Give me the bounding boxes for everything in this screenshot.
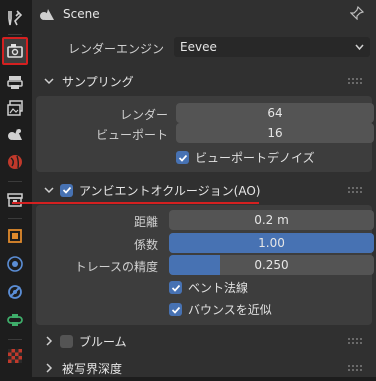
- check-icon: [171, 306, 180, 314]
- dof-section-header[interactable]: 被写界深度: [36, 355, 372, 381]
- render-tab-icon[interactable]: [2, 37, 28, 65]
- chevron-down-icon: [44, 78, 54, 85]
- scene-tab-icon[interactable]: [3, 122, 27, 146]
- ao-factor-label: 係数: [133, 238, 158, 252]
- pin-icon[interactable]: [350, 6, 364, 20]
- physics-tab-icon[interactable]: [3, 280, 27, 304]
- bloom-section-header[interactable]: ブルーム: [36, 328, 372, 354]
- render-engine-value: Eevee: [180, 40, 217, 54]
- bounce-approx-checkbox-row[interactable]: バウンスを近似: [169, 301, 272, 318]
- world-tab-icon[interactable]: [3, 150, 27, 174]
- ao-precision-value: 0.250: [254, 258, 289, 272]
- dof-title: 被写界深度: [62, 361, 123, 376]
- bloom-enable-checkbox[interactable]: [60, 334, 73, 348]
- drag-grip-icon[interactable]: [348, 187, 362, 193]
- chevron-down-icon: [355, 44, 364, 51]
- scene-icon: [40, 9, 54, 20]
- drag-grip-icon[interactable]: [348, 338, 362, 344]
- highlight-underline: [12, 202, 259, 204]
- render-engine-label: レンダーエンジン: [67, 42, 164, 56]
- ao-title: アンビエントオクルージョン(AO): [79, 183, 261, 198]
- ao-distance-value: 0.2 m: [254, 213, 289, 227]
- properties-header: Scene: [32, 0, 376, 28]
- sampling-section-header[interactable]: サンプリング: [36, 68, 372, 94]
- ao-distance-label: 距離: [133, 215, 158, 229]
- viewport-denoise-label: ビューポートデノイズ: [195, 151, 315, 165]
- chevron-right-icon: [46, 336, 53, 346]
- modifier-tab-icon[interactable]: [3, 252, 27, 276]
- check-icon: [178, 154, 187, 162]
- texture-tab-icon[interactable]: [3, 344, 27, 368]
- view-layer-tab-icon[interactable]: [3, 96, 27, 120]
- bounce-approx-checkbox[interactable]: [169, 303, 182, 316]
- bent-normals-checkbox[interactable]: [169, 281, 182, 294]
- sampling-title: サンプリング: [62, 74, 134, 89]
- bent-normals-label: ベント法線: [188, 281, 249, 295]
- viewport-samples-field[interactable]: 16: [176, 123, 374, 143]
- viewport-samples-label: ビューポート: [95, 128, 168, 142]
- ao-enable-checkbox[interactable]: [60, 183, 73, 197]
- object-tab-icon[interactable]: [3, 224, 27, 248]
- drag-grip-icon[interactable]: [348, 365, 362, 371]
- output-tab-icon[interactable]: [3, 70, 27, 94]
- render-samples-field[interactable]: 64: [176, 103, 374, 123]
- properties-tab-bar: [0, 0, 30, 377]
- drag-grip-icon[interactable]: [348, 78, 362, 84]
- chevron-down-icon: [44, 187, 54, 194]
- ao-factor-slider[interactable]: 1.00: [169, 233, 374, 253]
- viewport-denoise-checkbox[interactable]: [176, 151, 189, 164]
- scene-name: Scene: [63, 7, 100, 21]
- ao-precision-slider[interactable]: 0.250: [169, 255, 374, 275]
- collection-tab-icon[interactable]: [3, 188, 27, 212]
- viewport-samples-value: 16: [267, 126, 283, 140]
- ao-section-header[interactable]: アンビエントオクルージョン(AO): [36, 177, 372, 203]
- render-engine-dropdown[interactable]: Eevee: [174, 37, 370, 57]
- ao-distance-field[interactable]: 0.2 m: [169, 210, 374, 230]
- ao-factor-value: 1.00: [258, 236, 285, 250]
- tool-tab-icon[interactable]: [3, 6, 27, 30]
- check-icon: [62, 186, 71, 194]
- constraint-tab-icon[interactable]: [3, 308, 27, 332]
- viewport-denoise-checkbox-row[interactable]: ビューポートデノイズ: [176, 149, 315, 166]
- render-properties-panel: Scene レンダーエンジン Eevee サンプリング レンダー 64 ビューポ…: [12, 0, 376, 377]
- bounce-approx-label: バウンスを近似: [188, 303, 272, 317]
- check-icon: [171, 284, 180, 292]
- chevron-right-icon: [46, 363, 53, 373]
- ao-precision-fill: [169, 255, 221, 275]
- render-samples-label: レンダー: [119, 108, 168, 122]
- bent-normals-checkbox-row[interactable]: ベント法線: [169, 279, 248, 296]
- bloom-title: ブルーム: [79, 334, 127, 349]
- render-samples-value: 64: [267, 106, 283, 120]
- ao-precision-label: トレースの精度: [74, 260, 158, 274]
